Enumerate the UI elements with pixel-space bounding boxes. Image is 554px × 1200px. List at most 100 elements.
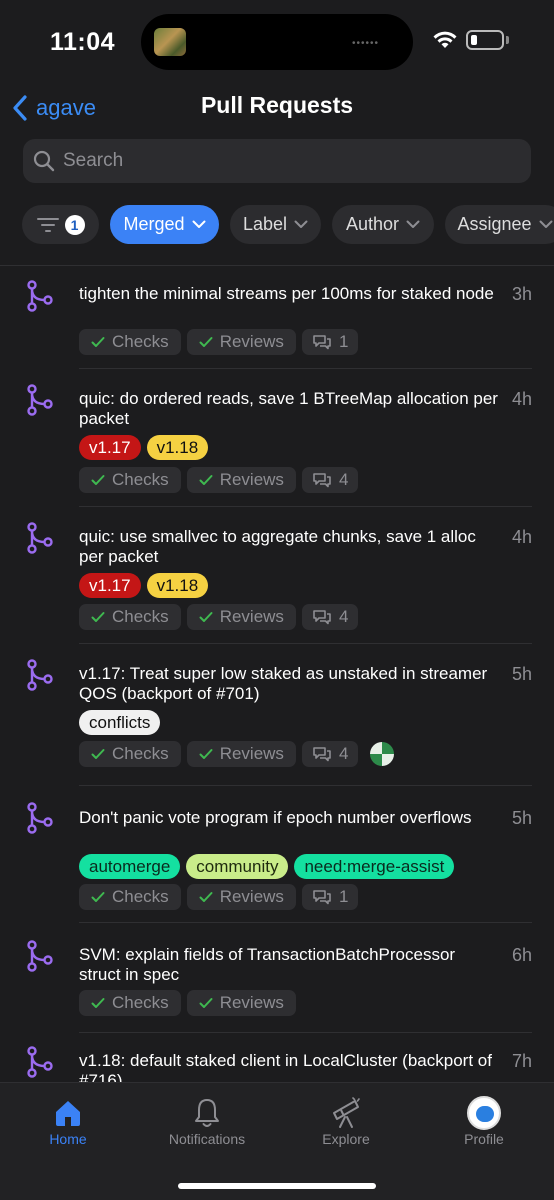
comment-icon bbox=[313, 890, 331, 905]
tab-home-label: Home bbox=[49, 1131, 87, 1147]
filter-bar: 1 Merged Label Author Assignee bbox=[22, 205, 554, 245]
pr-time: 5h bbox=[511, 664, 532, 684]
status-time: 11:04 bbox=[50, 28, 116, 56]
pull-request-row[interactable]: v1.17: Treat super low staked as unstake… bbox=[0, 644, 554, 786]
pull-request-row[interactable]: v1.18: default staked client in LocalClu… bbox=[0, 1033, 554, 1082]
comment-icon bbox=[313, 610, 331, 625]
tab-notifications[interactable]: Notifications bbox=[147, 1095, 267, 1147]
reviews-pill: Reviews bbox=[186, 990, 296, 1016]
pull-request-row[interactable]: quic: do ordered reads, save 1 BTreeMap … bbox=[0, 369, 554, 507]
check-icon bbox=[91, 749, 105, 759]
label-tag: v1.18 bbox=[146, 435, 209, 460]
chevron-down-icon bbox=[294, 220, 308, 228]
checks-pill: Checks bbox=[79, 741, 181, 767]
merged-pr-icon bbox=[27, 384, 53, 416]
check-icon bbox=[199, 998, 213, 1008]
tab-profile[interactable]: Profile bbox=[424, 1095, 544, 1147]
pr-status-row: Checks Reviews 1 bbox=[79, 329, 359, 355]
check-icon bbox=[199, 612, 213, 622]
check-icon bbox=[91, 612, 105, 622]
search-input[interactable]: Search bbox=[23, 139, 531, 183]
pr-status-row: Checks Reviews 4 bbox=[79, 604, 359, 630]
reviews-pill: Reviews bbox=[186, 604, 296, 630]
merged-filter-label: Merged bbox=[123, 214, 185, 234]
pull-request-list: tighten the minimal streams per 100ms fo… bbox=[0, 266, 554, 1082]
check-icon bbox=[91, 475, 105, 485]
pr-time: 4h bbox=[511, 389, 532, 409]
pr-title: SVM: explain fields of TransactionBatchP… bbox=[79, 945, 456, 984]
comments-pill: 4 bbox=[301, 604, 359, 630]
assignee-filter-chip[interactable]: Assignee bbox=[445, 205, 554, 244]
pr-time: 4h bbox=[511, 527, 532, 547]
pr-title: quic: do ordered reads, save 1 BTreeMap … bbox=[79, 389, 498, 428]
pr-status-row: Checks Reviews 4 bbox=[79, 741, 395, 767]
pull-request-row[interactable]: SVM: explain fields of TransactionBatchP… bbox=[0, 923, 554, 1033]
tab-explore-label: Explore bbox=[322, 1131, 370, 1147]
chevron-down-icon bbox=[539, 220, 553, 228]
profile-avatar bbox=[467, 1096, 501, 1130]
pr-title: Don't panic vote program if epoch number… bbox=[79, 808, 472, 827]
tab-notifications-label: Notifications bbox=[168, 1131, 246, 1147]
check-icon bbox=[199, 749, 213, 759]
pr-time: 7h bbox=[511, 1051, 532, 1071]
label-filter-chip[interactable]: Label bbox=[230, 205, 321, 244]
telescope-icon bbox=[333, 1097, 360, 1128]
merged-pr-icon bbox=[27, 522, 53, 554]
label-tag: v1.18 bbox=[146, 573, 209, 598]
page-title: Pull Requests bbox=[200, 92, 354, 118]
tab-explore[interactable]: Explore bbox=[286, 1095, 406, 1147]
tab-home[interactable]: Home bbox=[8, 1095, 128, 1147]
pr-time: 6h bbox=[511, 945, 532, 965]
comment-icon bbox=[313, 335, 331, 350]
pr-time: 5h bbox=[511, 808, 532, 828]
checks-pill: Checks bbox=[79, 467, 181, 493]
pull-request-row[interactable]: Don't panic vote program if epoch number… bbox=[0, 786, 554, 923]
assignee-filter-label: Assignee bbox=[457, 214, 532, 234]
pr-title: tighten the minimal streams per 100ms fo… bbox=[79, 284, 494, 303]
label-filter-label: Label bbox=[242, 214, 288, 234]
pr-title: quic: use smallvec to aggregate chunks, … bbox=[79, 527, 476, 566]
comments-pill: 4 bbox=[301, 467, 359, 493]
pr-status-row: Checks Reviews bbox=[79, 990, 296, 1016]
reviews-pill: Reviews bbox=[186, 741, 296, 767]
tab-profile-label: Profile bbox=[464, 1131, 504, 1147]
pr-labels: conflicts bbox=[79, 710, 161, 735]
pr-status-row: Checks Reviews 4 bbox=[79, 467, 359, 493]
filter-button[interactable]: 1 bbox=[22, 205, 99, 244]
label-tag: community bbox=[186, 854, 289, 879]
chevron-down-icon bbox=[406, 220, 420, 228]
search-icon bbox=[33, 150, 55, 172]
comment-icon bbox=[313, 747, 331, 762]
home-icon bbox=[56, 1101, 80, 1126]
now-playing-thumbnail bbox=[154, 28, 186, 56]
comments-pill: 1 bbox=[301, 329, 359, 355]
check-icon bbox=[199, 337, 213, 347]
label-tag: conflicts bbox=[79, 710, 161, 735]
checks-pill: Checks bbox=[79, 604, 181, 630]
comment-icon bbox=[313, 473, 331, 488]
pr-labels: automerge community need:merge-assist bbox=[79, 854, 455, 879]
audio-waveform-icon: •••••• bbox=[351, 38, 379, 49]
pr-labels: v1.17 v1.18 bbox=[79, 573, 209, 598]
author-filter-label: Author bbox=[345, 214, 400, 234]
home-indicator bbox=[178, 1183, 376, 1189]
comments-pill: 4 bbox=[301, 741, 359, 767]
pull-request-row[interactable]: quic: use smallvec to aggregate chunks, … bbox=[0, 507, 554, 644]
label-tag: v1.17 bbox=[79, 573, 141, 598]
label-tag: need:merge-assist bbox=[294, 854, 455, 879]
label-tag: automerge bbox=[79, 854, 181, 879]
battery-icon bbox=[466, 30, 504, 50]
checks-pill: Checks bbox=[79, 329, 181, 355]
dynamic-island: •••••• bbox=[141, 14, 413, 70]
merged-filter-chip[interactable]: Merged bbox=[110, 205, 219, 244]
merged-pr-icon bbox=[27, 1046, 53, 1078]
check-icon bbox=[91, 337, 105, 347]
checks-pill: Checks bbox=[79, 990, 181, 1016]
pull-request-row[interactable]: tighten the minimal streams per 100ms fo… bbox=[0, 266, 554, 369]
merged-pr-icon bbox=[27, 659, 53, 691]
checks-pill: Checks bbox=[79, 884, 181, 910]
search-placeholder: Search bbox=[63, 150, 124, 171]
pr-title: v1.17: Treat super low staked as unstake… bbox=[79, 664, 488, 703]
chevron-down-icon bbox=[192, 220, 206, 228]
author-filter-chip[interactable]: Author bbox=[332, 205, 434, 244]
